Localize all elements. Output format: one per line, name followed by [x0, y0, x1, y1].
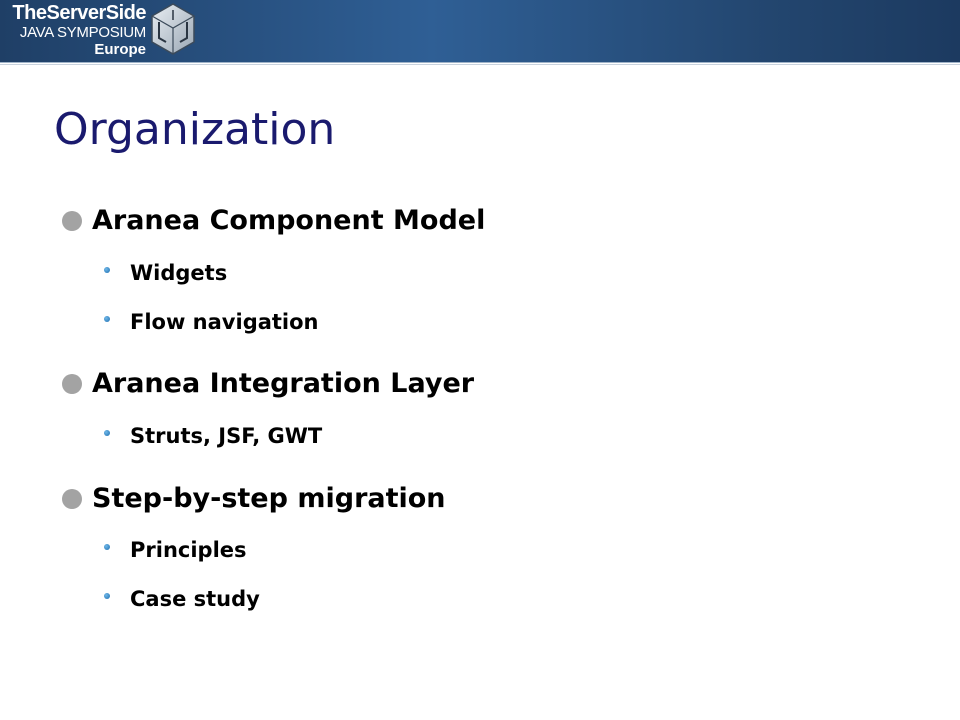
sub-bullet-item: Flow navigation [104, 310, 319, 334]
logo-text: TheServerSide JAVA SYMPOSIUM Europe [6, 2, 146, 58]
sub-bullet-text: Principles [130, 538, 247, 562]
sub-bullet-text: Widgets [130, 261, 228, 285]
sub-bullet-text: Flow navigation [130, 310, 319, 334]
bullet-dot-icon [62, 373, 82, 394]
bullet-item: Step-by-step migration [62, 483, 446, 514]
logo-line-2: JAVA SYMPOSIUM [19, 24, 146, 41]
sub-bullet-text: Struts, JSF, GWT [130, 424, 323, 448]
bullet-text: Step-by-step migration [92, 483, 446, 514]
header-bar: TheServerSide JAVA SYMPOSIUM Europe [0, 0, 960, 63]
sub-bullet-item: Struts, JSF, GWT [104, 424, 322, 448]
slide-title: Organization [54, 104, 336, 155]
bullet-dot-icon [62, 488, 82, 509]
sub-bullet-dot-icon [104, 593, 110, 599]
sub-bullet-item: Widgets [104, 261, 227, 285]
bullet-text: Aranea Integration Layer [92, 368, 475, 399]
header-divider [0, 64, 960, 65]
sub-bullet-dot-icon [104, 316, 110, 322]
sub-bullet-text: Case study [130, 587, 260, 611]
bullet-item: Aranea Integration Layer [62, 368, 474, 399]
logo-line-1: TheServerSide [12, 2, 146, 24]
sub-bullet-item: Principles [104, 538, 247, 562]
sub-bullet-dot-icon [104, 544, 110, 550]
bullet-text: Aranea Component Model [92, 205, 486, 236]
sub-bullet-item: Case study [104, 587, 260, 611]
sub-bullet-dot-icon [104, 267, 110, 273]
logo-line-3: Europe [94, 41, 146, 58]
bullet-dot-icon [62, 210, 82, 231]
sub-bullet-dot-icon [104, 430, 110, 436]
bullet-item: Aranea Component Model [62, 205, 485, 236]
cube-logo-icon [151, 3, 195, 55]
